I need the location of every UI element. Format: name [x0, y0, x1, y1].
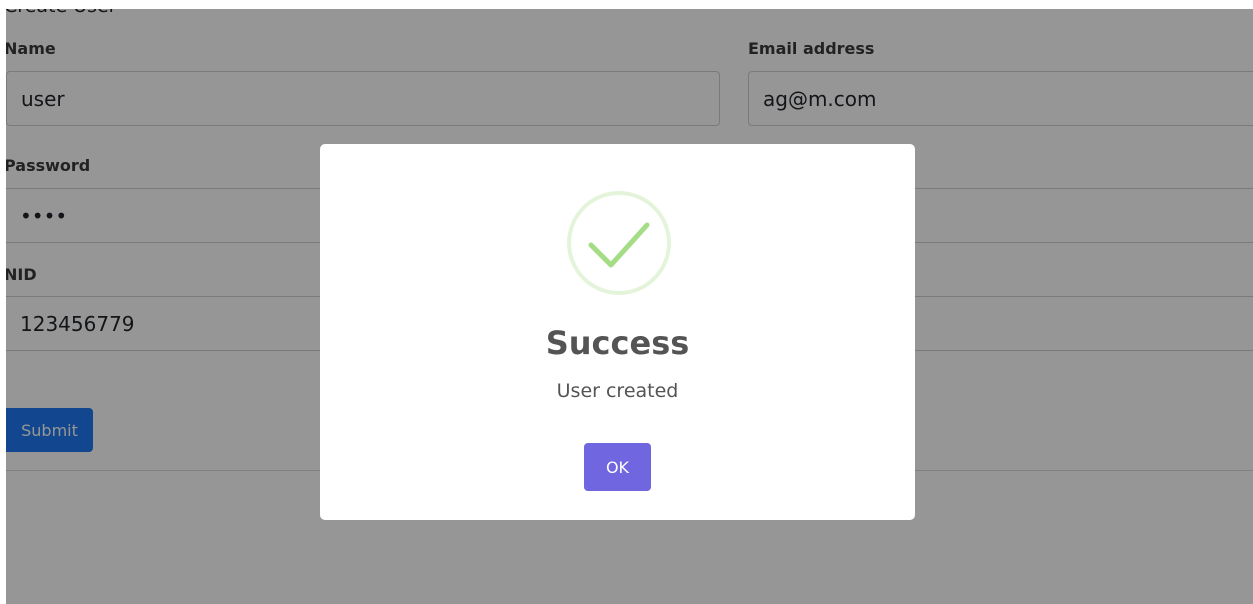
success-check-icon: [588, 222, 650, 268]
dialog-title: Success: [545, 324, 690, 362]
page: Create User Name user Email address ag@m…: [0, 0, 1253, 604]
top-strip: [0, 0, 1253, 9]
dialog-message: User created: [556, 380, 679, 402]
success-dialog: Success User created OK: [320, 144, 915, 520]
ok-button[interactable]: OK: [584, 443, 651, 491]
